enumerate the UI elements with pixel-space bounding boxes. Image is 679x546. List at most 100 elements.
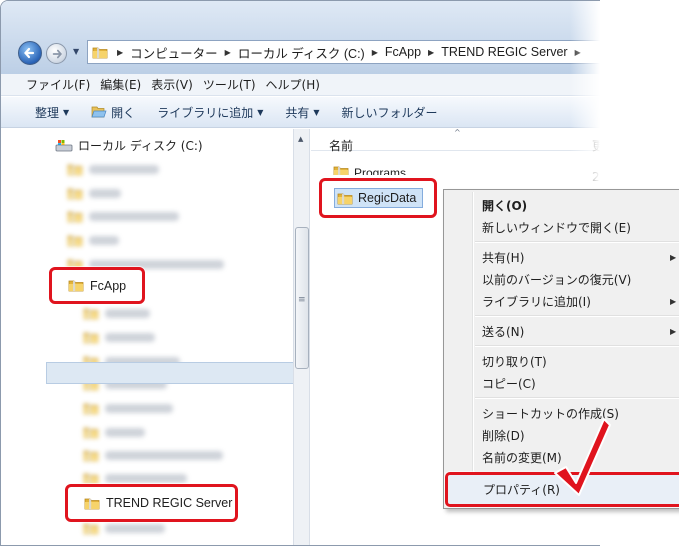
blurred-label [105, 404, 173, 413]
column-date-header[interactable]: 更 [592, 137, 600, 154]
folder-icon [83, 449, 99, 462]
folder-icon [83, 426, 99, 439]
folder-icon [67, 187, 83, 200]
organize-button[interactable]: 整理 ▼ [35, 104, 69, 121]
folder-icon [83, 331, 99, 344]
blurred-label [89, 165, 159, 174]
breadcrumb-separator[interactable]: ▶ [428, 48, 434, 57]
blurred-label [89, 236, 119, 245]
tree-item-blurred[interactable] [83, 449, 223, 462]
tree-item-label: FcApp [90, 278, 127, 293]
new-folder-button[interactable]: 新しいフォルダー [342, 104, 438, 121]
folder-icon [68, 279, 84, 292]
breadcrumb-trend-regic-server[interactable]: TREND REGIC Server [441, 45, 567, 59]
menu-item-open-new-window[interactable]: 新しいウィンドウで開く(E) [482, 217, 631, 237]
tree-item-blurred[interactable] [67, 163, 159, 176]
menu-item-send-to[interactable]: 送る(N) [482, 321, 524, 341]
address-bar[interactable]: ▶ コンピューター ▶ ローカル ディスク (C:) ▶ FcApp ▶ TRE… [87, 40, 600, 64]
breadcrumb-separator[interactable]: ▶ [372, 48, 378, 57]
scroll-grip-icon: ≡ [298, 295, 306, 305]
new-folder-label: 新しいフォルダー [341, 105, 438, 120]
folder-icon [83, 402, 99, 415]
checkmark-icon [554, 418, 611, 496]
menu-item-open[interactable]: 開く(O) [482, 195, 527, 215]
add-to-library-label: ライブラリに追加 [157, 105, 254, 120]
add-to-library-button[interactable]: ライブラリに追加 ▼ [157, 104, 263, 121]
breadcrumb-computer[interactable]: コンピューター [130, 43, 218, 62]
column-name-header[interactable]: 名前 [329, 137, 353, 154]
tree-item-blurred[interactable] [83, 522, 165, 535]
submenu-arrow-icon: ▶ [670, 327, 677, 336]
folder-icon [67, 210, 83, 223]
submenu-arrow-icon: ▶ [670, 253, 677, 262]
file-date-partial: 20 [592, 170, 600, 184]
menu-separator [475, 345, 679, 347]
folder-icon [67, 234, 83, 247]
menu-separator [475, 315, 679, 317]
folder-icon [83, 522, 99, 535]
organize-label: 整理 [35, 105, 60, 120]
menu-item-add-to-library[interactable]: ライブラリに追加(I) [482, 291, 591, 311]
sort-indicator-icon: ^ [454, 128, 461, 137]
back-icon [24, 47, 35, 59]
folder-name: RegicData [358, 191, 417, 205]
blurred-label [105, 428, 145, 437]
share-label: 共有 [285, 105, 310, 120]
tree-item-blurred[interactable] [67, 234, 119, 247]
folder-icon [83, 307, 99, 320]
menu-bar: ファイル(F) 編集(E) 表示(V) ツール(T) ヘルプ(H) [1, 74, 600, 96]
back-button[interactable] [18, 41, 42, 65]
chevron-down-icon: ▼ [257, 107, 264, 117]
folder-icon [67, 163, 83, 176]
open-button[interactable]: 開く [91, 104, 135, 121]
blurred-label [105, 309, 150, 318]
breadcrumb-separator[interactable]: ▶ [117, 48, 123, 57]
menu-tools[interactable]: ツール(T) [203, 76, 256, 93]
tree-item-local-disk[interactable]: ローカル ディスク (C:) [55, 137, 203, 154]
regicdata-folder-item[interactable]: RegicData [319, 178, 437, 218]
menu-separator [475, 397, 679, 399]
breadcrumb-separator[interactable]: ▶ [225, 48, 231, 57]
blurred-label [89, 212, 179, 221]
trend-regic-server-tree-item[interactable]: TREND REGIC Server [65, 484, 238, 522]
tree-item-blurred[interactable] [83, 402, 173, 415]
menu-item-rename[interactable]: 名前の変更(M) [482, 447, 562, 467]
recent-pages-dropdown[interactable]: ▼ [73, 47, 79, 56]
blurred-label [105, 333, 155, 342]
folder-icon [92, 46, 108, 59]
tree-item-blurred[interactable] [67, 210, 179, 223]
tree-item-label: ローカル ディスク (C:) [78, 139, 203, 153]
menu-item-restore-previous[interactable]: 以前のバージョンの復元(V) [482, 269, 631, 289]
blurred-label [105, 474, 187, 483]
scroll-up-icon[interactable]: ▲ [298, 135, 303, 143]
chevron-down-icon: ▼ [313, 107, 320, 117]
blurred-label [105, 524, 165, 533]
file-name: Programs [354, 166, 407, 175]
menu-item-delete[interactable]: 削除(D) [482, 425, 525, 445]
nav-pane-scrollbar[interactable]: ▲ ≡ [293, 129, 310, 545]
menu-item-cut[interactable]: 切り取り(T) [482, 351, 547, 371]
breadcrumb-fcapp[interactable]: FcApp [385, 45, 421, 59]
menu-help[interactable]: ヘルプ(H) [266, 76, 320, 93]
open-label: 開く [111, 105, 136, 120]
column-header: 名前 ^ 更 [311, 128, 600, 154]
breadcrumb-local-disk[interactable]: ローカル ディスク (C:) [238, 43, 365, 62]
menu-edit[interactable]: 編集(E) [100, 76, 141, 93]
forward-button[interactable] [46, 43, 67, 64]
file-row-programs[interactable]: Programs [333, 165, 406, 175]
menu-item-copy[interactable]: コピー(C) [482, 373, 536, 393]
forward-icon [52, 49, 62, 59]
menu-item-label: プロパティ(R) [483, 483, 560, 497]
menu-view[interactable]: 表示(V) [151, 76, 193, 93]
tree-item-blurred[interactable] [67, 187, 121, 200]
tree-item-blurred[interactable] [83, 307, 150, 320]
menu-separator [475, 241, 679, 243]
share-button[interactable]: 共有 ▼ [285, 104, 319, 121]
menu-item-share[interactable]: 共有(H) [482, 247, 524, 267]
tree-item-blurred[interactable] [83, 331, 155, 344]
breadcrumb-separator[interactable]: ▶ [575, 48, 581, 57]
folder-icon [337, 192, 353, 205]
menu-file[interactable]: ファイル(F) [26, 76, 90, 93]
tree-item-blurred[interactable] [83, 426, 145, 439]
fcapp-tree-item[interactable]: FcApp [49, 267, 145, 304]
